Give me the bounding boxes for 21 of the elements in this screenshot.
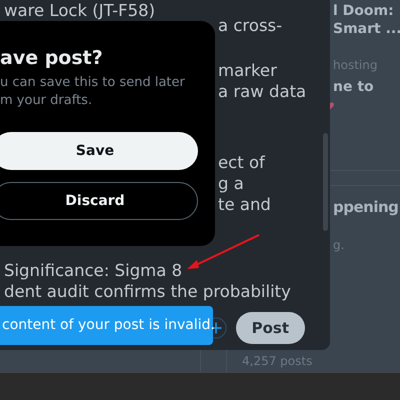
post-text-line: ware Lock (JT-F58) xyxy=(4,1,156,20)
sidebar-text: l Doom: xyxy=(332,2,395,20)
sidebar-text: Smart ... xyxy=(332,20,400,38)
sidebar-text: ne to xyxy=(332,78,375,96)
post-text-line: ect of xyxy=(218,153,265,172)
heart-icon xyxy=(330,100,337,112)
post-text-line: a raw data xyxy=(218,82,306,101)
post-text-line: te and xyxy=(218,195,271,214)
post-text-line: g a xyxy=(218,174,244,193)
post-text-line: Significance: Sigma 8 xyxy=(4,261,182,280)
save-button[interactable]: Save xyxy=(0,132,198,170)
dialog-message: u can save this to send later xyxy=(0,74,186,92)
scrollbar[interactable] xyxy=(323,133,328,231)
dialog-message: m your drafts. xyxy=(0,92,94,110)
sidebar-text: ppening xyxy=(332,198,400,216)
post-text-line: dent audit confirms the probability xyxy=(4,282,291,301)
error-toast: content of your post is invalid. xyxy=(0,306,213,345)
post-text-line: marker xyxy=(218,61,277,80)
dialog-title: ave post? xyxy=(0,46,104,70)
post-text-line: a cross- xyxy=(218,16,282,35)
discard-button[interactable]: Discard xyxy=(0,182,198,220)
